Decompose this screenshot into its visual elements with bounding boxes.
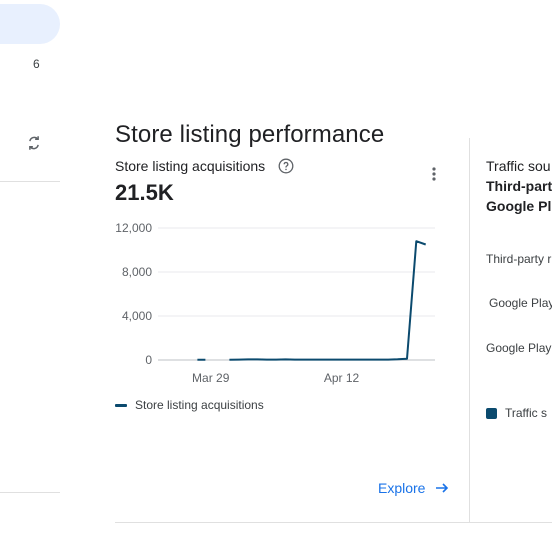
sidebar-divider [0, 492, 60, 493]
sidebar-count-badge: 6 [33, 57, 40, 71]
acquisitions-chart: 12,000 8,000 4,000 0 Mar 29 Apr 12 [115, 221, 435, 385]
y-tick-label: 12,000 [115, 221, 152, 235]
y-tick-label: 4,000 [122, 309, 152, 323]
section-divider [115, 522, 552, 523]
y-tick-label: 8,000 [122, 265, 152, 279]
legend-label: Store listing acquisitions [135, 398, 264, 412]
sidebar-divider [0, 181, 60, 182]
explore-label: Explore [378, 480, 426, 496]
legend-label: Traffic s [505, 406, 548, 420]
legend-swatch [115, 403, 127, 407]
traffic-source-legend: Traffic s [486, 406, 547, 420]
refresh-icon[interactable] [25, 134, 43, 152]
x-tick-label: Mar 29 [192, 371, 230, 385]
chart-legend: Store listing acquisitions [115, 398, 264, 412]
metric-value: 21.5K [115, 180, 174, 205]
help-icon[interactable] [278, 158, 294, 174]
series-line [197, 240, 427, 361]
arrow-right-icon [436, 483, 449, 493]
legend-swatch [486, 407, 497, 419]
explore-link[interactable]: Explore [378, 480, 449, 496]
panel-divider [469, 138, 470, 522]
traffic-source-row: Third-party r [486, 252, 552, 266]
traffic-source-row: Google Play [486, 341, 552, 355]
traffic-source-heading: Traffic sou [486, 158, 551, 174]
metric-label: Store listing acquisitions [115, 158, 266, 174]
y-tick-label: 0 [145, 353, 152, 367]
section-title: Store listing performance [115, 120, 385, 148]
traffic-source-row: Google Play [489, 296, 552, 310]
x-tick-label: Apr 12 [324, 371, 360, 385]
sidebar-active-item[interactable] [0, 4, 60, 44]
traffic-source-top-line2: Google Pl [486, 198, 552, 214]
traffic-source-top-line1: Third-part [486, 178, 552, 194]
more-options-icon[interactable] [426, 165, 442, 183]
